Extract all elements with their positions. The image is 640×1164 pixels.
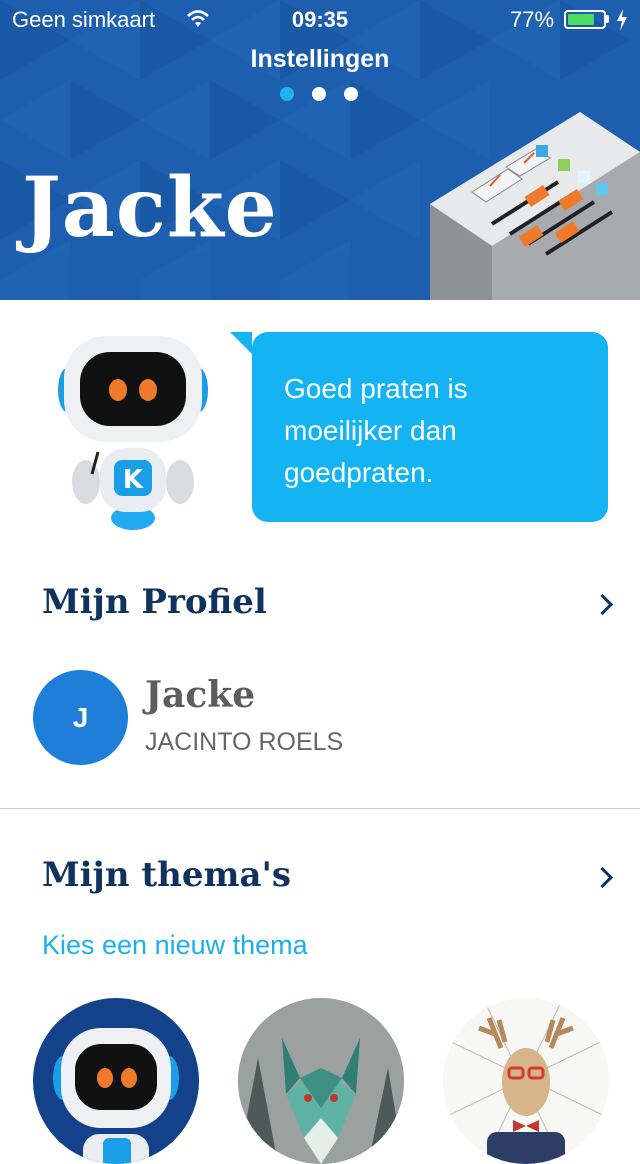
theme-wolf[interactable]	[238, 998, 404, 1164]
wolf-theme-icon	[238, 998, 404, 1164]
page-dot-3[interactable]	[344, 87, 358, 101]
quote-line: Goed praten is	[284, 373, 468, 404]
chevron-right-icon[interactable]	[591, 593, 614, 616]
status-bar: Geen simkaart 09:35 77%	[0, 0, 640, 40]
quote-text: Goed praten is moeilijker dan goedpraten…	[284, 368, 468, 494]
profile-nickname: Jacke	[145, 674, 256, 716]
deer-theme-icon	[443, 998, 609, 1164]
mixer-console-illustration	[430, 112, 640, 300]
themes-section-title[interactable]: Mijn thema's	[42, 855, 291, 895]
battery-cap	[606, 15, 609, 23]
chevron-right-icon[interactable]	[591, 866, 614, 889]
screen-title: Instellingen	[250, 45, 390, 73]
svg-text:K: K	[123, 465, 144, 495]
battery-fill	[568, 14, 594, 25]
header-username: Jacke	[22, 160, 278, 256]
battery-percentage: 77%	[510, 7, 555, 32]
avatar[interactable]: J	[33, 670, 128, 765]
battery-icon	[564, 10, 606, 29]
theme-deer[interactable]	[443, 998, 609, 1164]
theme-robot[interactable]	[33, 998, 199, 1164]
bubble-tail	[230, 332, 252, 354]
page-dot-2[interactable]	[312, 87, 326, 101]
quote-line: moeilijker dan	[284, 415, 457, 446]
charging-bolt-icon	[617, 9, 627, 31]
quote-line: goedpraten.	[284, 457, 434, 488]
quote-bubble: Goed praten is moeilijker dan goedpraten…	[230, 332, 608, 522]
choose-new-theme-link[interactable]: Kies een nieuw thema	[42, 930, 308, 961]
profile-section-title[interactable]: Mijn Profiel	[42, 582, 267, 622]
profile-full-name: JACINTO ROELS	[145, 728, 344, 756]
header-banner: Geen simkaart 09:35 77% Instellingen Jac…	[0, 0, 640, 300]
robot-mascot-illustration: K	[58, 336, 208, 530]
robot-theme-icon	[53, 1028, 179, 1164]
section-divider	[0, 808, 640, 809]
page-indicator[interactable]	[280, 87, 376, 106]
page-dot-1[interactable]	[280, 87, 294, 101]
